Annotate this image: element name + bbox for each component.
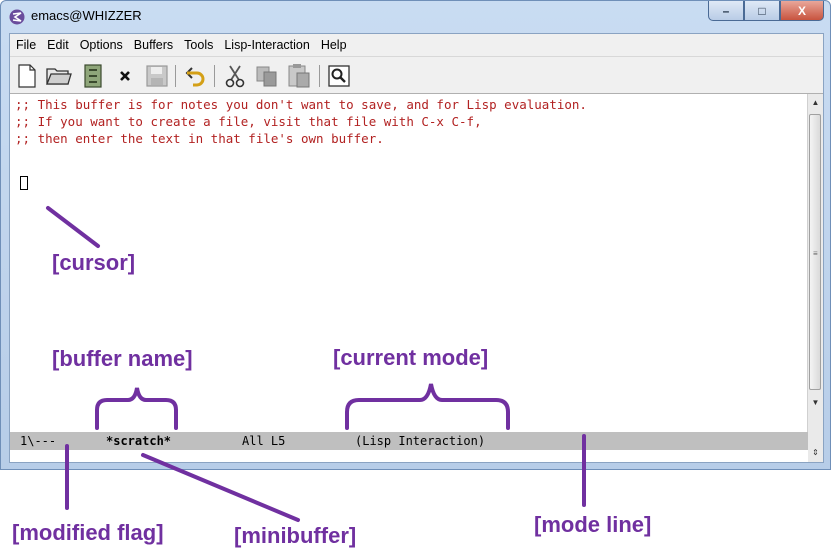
window-title: emacs@WHIZZER: [31, 8, 142, 23]
modified-flag: 1\---: [20, 434, 57, 448]
close-icon: X: [797, 3, 806, 18]
buffer-name[interactable]: *scratch*: [106, 432, 171, 450]
menu-lisp-interaction[interactable]: Lisp-Interaction: [219, 38, 314, 52]
major-mode[interactable]: (Lisp Interaction): [355, 432, 485, 450]
comment-line: ;; If you want to create a file, visit t…: [15, 114, 482, 129]
dired-button[interactable]: [80, 63, 106, 89]
kill-buffer-button[interactable]: [112, 63, 138, 89]
annotation-buffer-name: [buffer name]: [52, 346, 193, 371]
annotation-minibuffer: [minibuffer]: [234, 523, 357, 548]
minibuffer[interactable]: [10, 450, 808, 462]
save-button[interactable]: [144, 63, 170, 89]
new-file-icon: [18, 64, 36, 88]
emacs-window: emacs@WHIZZER – □ X File Edit Options Bu…: [0, 0, 831, 470]
undo-icon: [185, 67, 205, 87]
menu-file[interactable]: File: [11, 38, 41, 52]
mode-line[interactable]: 1\--- *scratch* All L5 (Lisp Interaction…: [10, 432, 808, 450]
toolbar-separator: [319, 65, 320, 87]
buffer-text: ;; This buffer is for notes you don't wa…: [15, 96, 587, 147]
menu-options[interactable]: Options: [75, 38, 128, 52]
paste-icon: [288, 64, 310, 88]
dired-icon: [84, 64, 102, 88]
annotation-mode-line: [mode line]: [534, 512, 652, 537]
copy-icon: [256, 66, 277, 87]
scroll-resize-icon[interactable]: ⇕: [808, 444, 823, 460]
maximize-icon: □: [758, 3, 766, 18]
menu-tools[interactable]: Tools: [179, 38, 218, 52]
cut-button[interactable]: [222, 63, 248, 89]
grip-icon: ≡: [813, 249, 818, 258]
save-icon: [146, 65, 168, 87]
text-cursor: [20, 176, 28, 190]
menu-bar: File Edit Options Buffers Tools Lisp-Int…: [10, 34, 823, 56]
close-buffer-icon: [120, 71, 130, 81]
cut-icon: [225, 65, 245, 88]
annotation-modified-flag: [modified flag]: [12, 520, 164, 545]
toolbar: [10, 56, 823, 94]
minimize-icon: –: [722, 3, 730, 18]
maximize-button[interactable]: □: [744, 1, 780, 21]
toolbar-separator: [214, 65, 215, 87]
comment-line: ;; then enter the text in that file's ow…: [15, 131, 384, 146]
menu-help[interactable]: Help: [316, 38, 352, 52]
search-button[interactable]: [326, 63, 352, 89]
close-button[interactable]: X: [780, 1, 824, 21]
menu-edit[interactable]: Edit: [42, 38, 74, 52]
scroll-down-icon[interactable]: ▼: [808, 394, 823, 410]
paste-button[interactable]: [286, 63, 312, 89]
scrollbar-thumb[interactable]: ≡: [809, 114, 821, 390]
annotation-current-mode: [current mode]: [333, 345, 489, 370]
menu-buffers[interactable]: Buffers: [129, 38, 178, 52]
annotation-cursor: [cursor]: [52, 250, 136, 275]
toolbar-separator: [175, 65, 176, 87]
buffer-position: All L5: [242, 434, 286, 448]
window-controls: – □ X: [708, 1, 824, 23]
undo-button[interactable]: [182, 63, 208, 89]
copy-button[interactable]: [254, 63, 280, 89]
title-bar[interactable]: emacs@WHIZZER – □ X: [1, 1, 830, 31]
minimize-button[interactable]: –: [708, 1, 744, 21]
emacs-frame: File Edit Options Buffers Tools Lisp-Int…: [9, 33, 824, 463]
comment-line: ;; This buffer is for notes you don't wa…: [15, 97, 587, 112]
open-folder-icon: [46, 68, 72, 85]
search-icon: [328, 65, 350, 87]
open-file-button[interactable]: [46, 63, 72, 89]
vertical-scrollbar[interactable]: ▲ ≡ ▼ ⇕: [807, 94, 823, 462]
emacs-icon: [9, 9, 25, 25]
scroll-up-icon[interactable]: ▲: [808, 94, 823, 110]
new-file-button[interactable]: [14, 63, 40, 89]
